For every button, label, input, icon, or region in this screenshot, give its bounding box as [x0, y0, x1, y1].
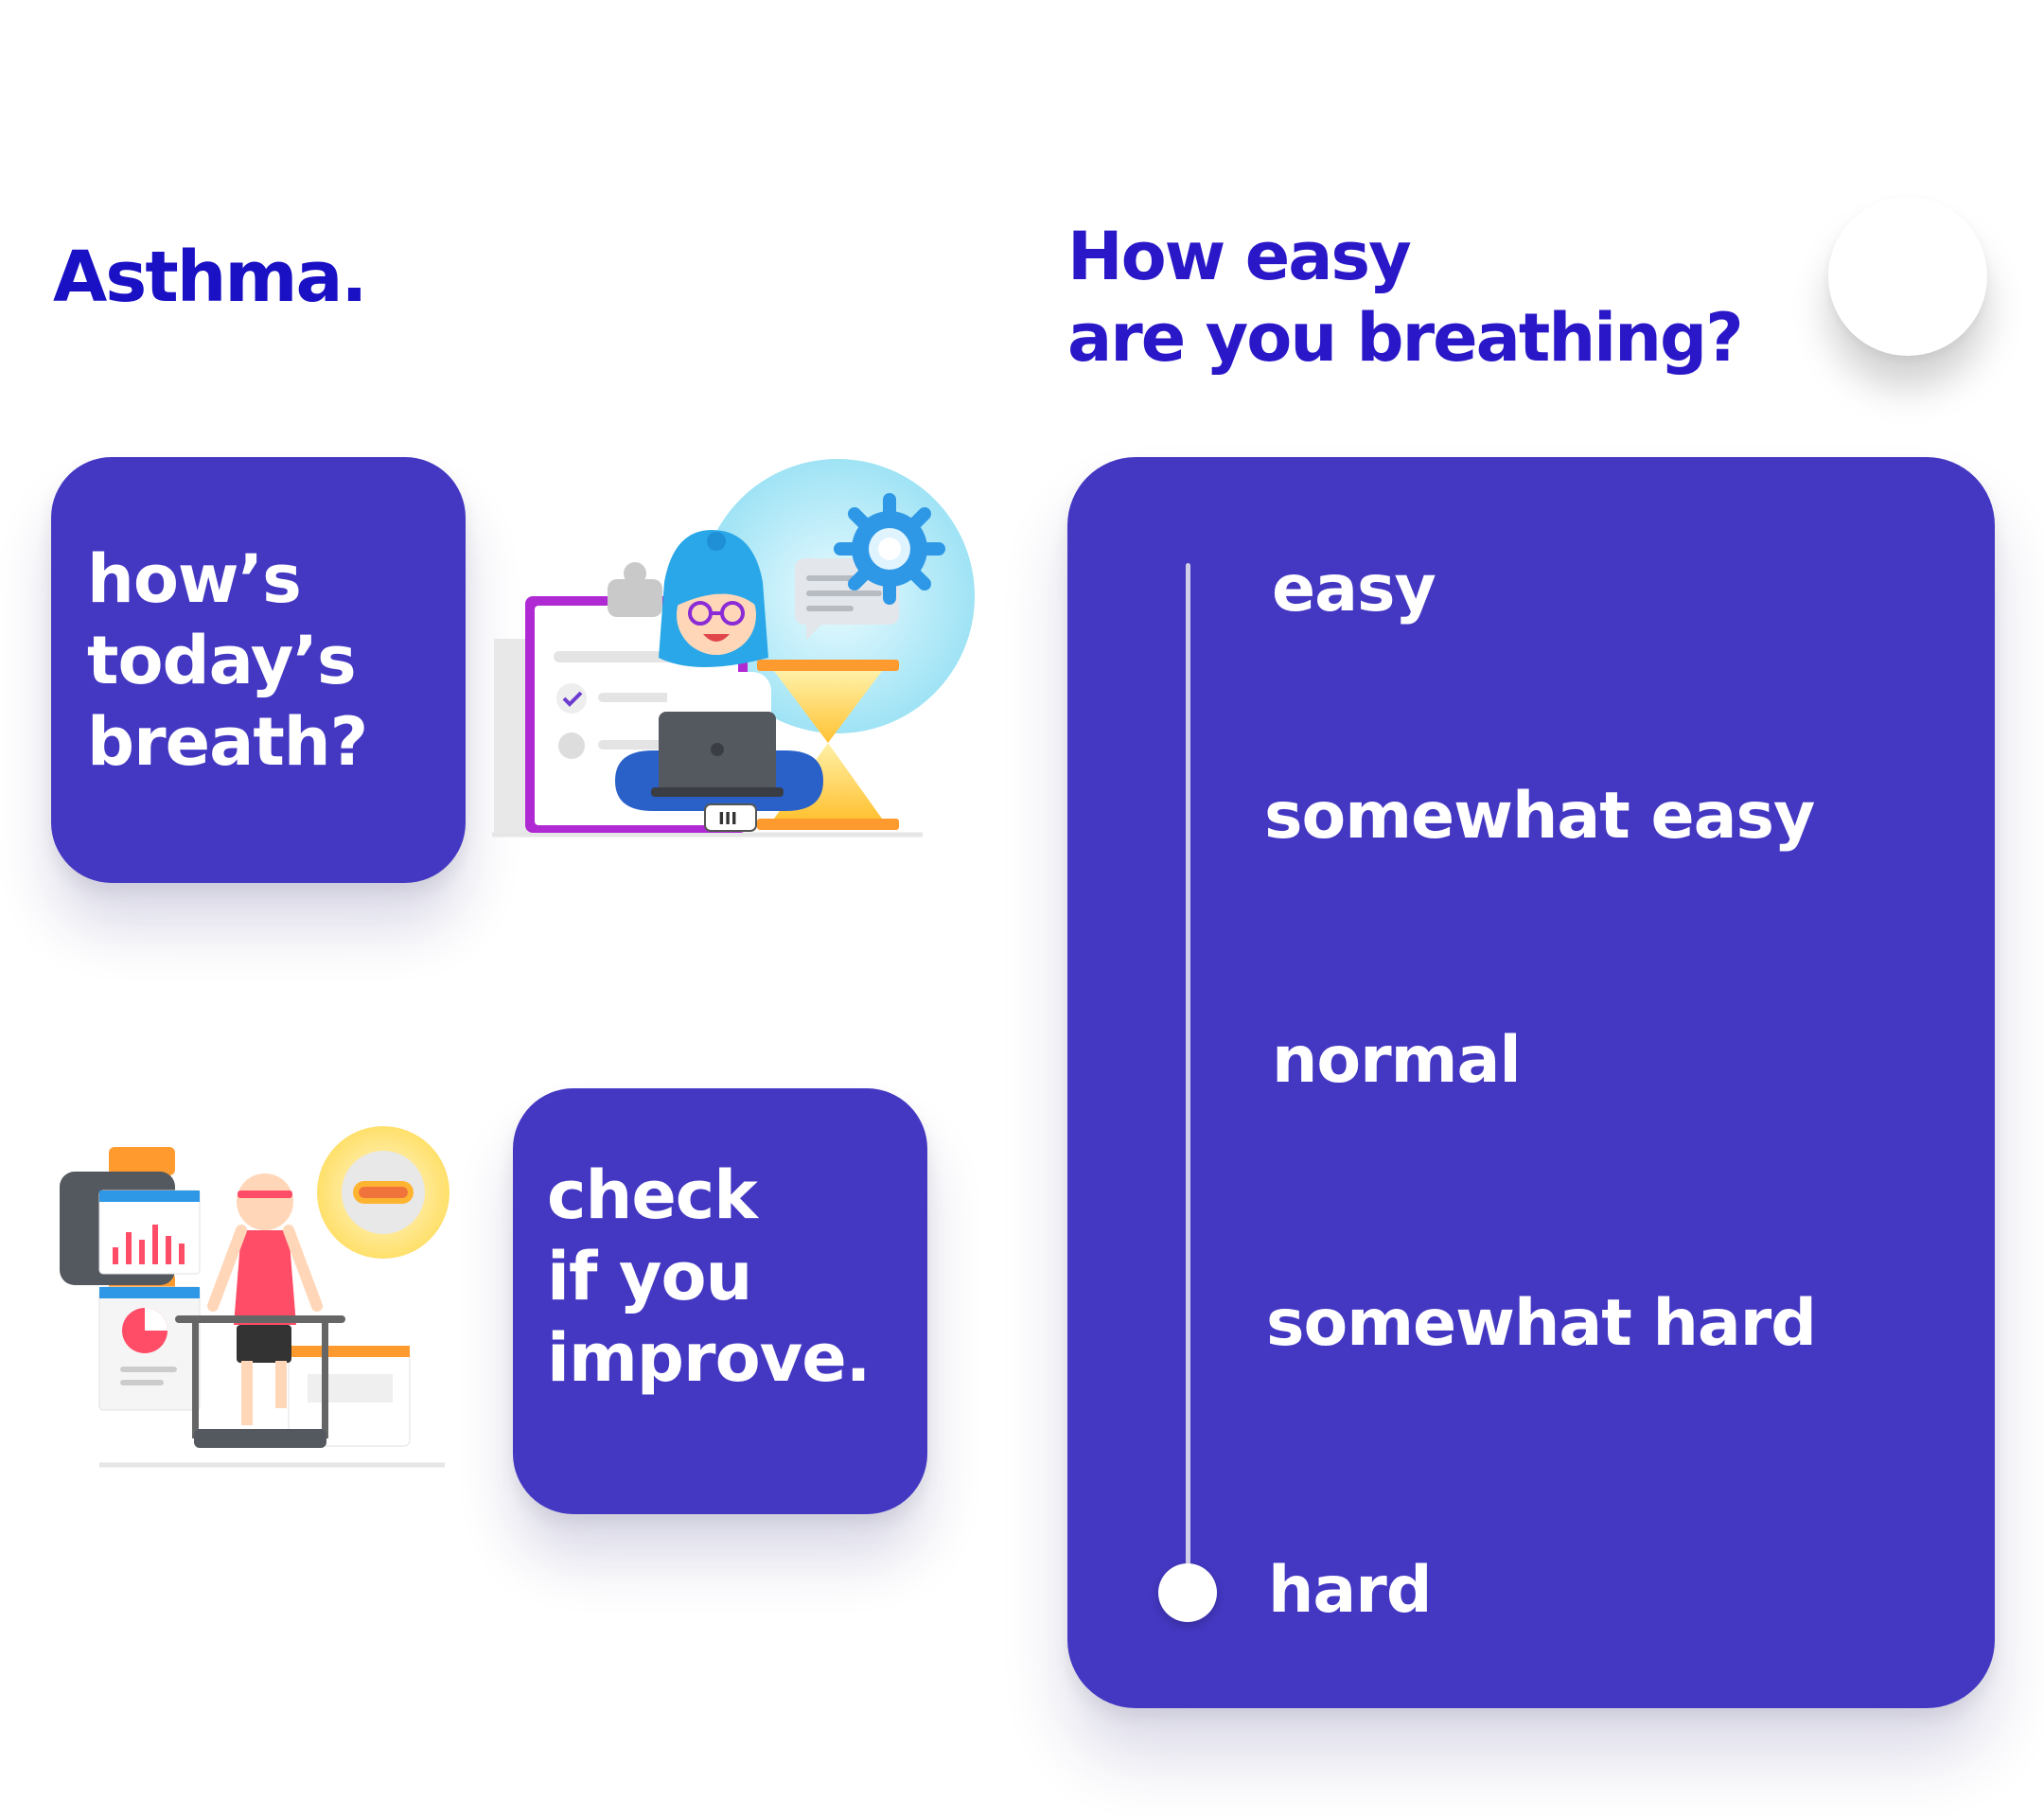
question-line-1: How easy — [1067, 218, 1412, 295]
daily-breath-card-text: how’s today’s breath? — [87, 538, 368, 783]
page-question: How easy are you breathing? — [1067, 216, 1744, 379]
daily-breath-card[interactable]: how’s today’s breath? — [51, 457, 466, 883]
scale-track — [1186, 563, 1190, 1593]
improve-card-line-1: check — [547, 1156, 758, 1234]
option-somewhat-hard[interactable]: somewhat hard — [1266, 1286, 1817, 1361]
option-easy[interactable]: easy — [1272, 552, 1436, 626]
scale-slider-handle[interactable] — [1158, 1563, 1217, 1622]
option-hard[interactable]: hard — [1268, 1553, 1433, 1628]
profile-button[interactable] — [1828, 197, 1987, 356]
question-line-2: are you breathing? — [1067, 299, 1744, 377]
treadmill-workout-illustration — [60, 1126, 449, 1468]
gear-icon — [834, 493, 945, 605]
improve-card-line-3: improve. — [547, 1319, 871, 1397]
improvement-card-text: check if you improve. — [547, 1155, 871, 1399]
option-somewhat-easy[interactable]: somewhat easy — [1264, 779, 1815, 854]
laptop-icon — [651, 712, 784, 797]
pie-chart-icon — [98, 1286, 201, 1411]
illustration-chip-label: III — [718, 809, 737, 829]
daily-card-line-2: today’s — [87, 622, 357, 699]
breathing-scale-panel: easy somewhat easy normal somewhat hard … — [1067, 457, 1995, 1708]
bar-chart-icon — [98, 1190, 201, 1275]
hotdog-icon — [317, 1126, 449, 1259]
daily-card-line-1: how’s — [87, 540, 302, 618]
app-brand-title: Asthma. — [53, 237, 368, 318]
improve-card-line-2: if you — [547, 1238, 752, 1315]
option-normal[interactable]: normal — [1272, 1023, 1522, 1098]
improvement-card[interactable]: check if you improve. — [513, 1088, 927, 1514]
daily-card-line-3: breath? — [87, 703, 368, 781]
meditating-laptop-illustration: III — [492, 459, 975, 838]
